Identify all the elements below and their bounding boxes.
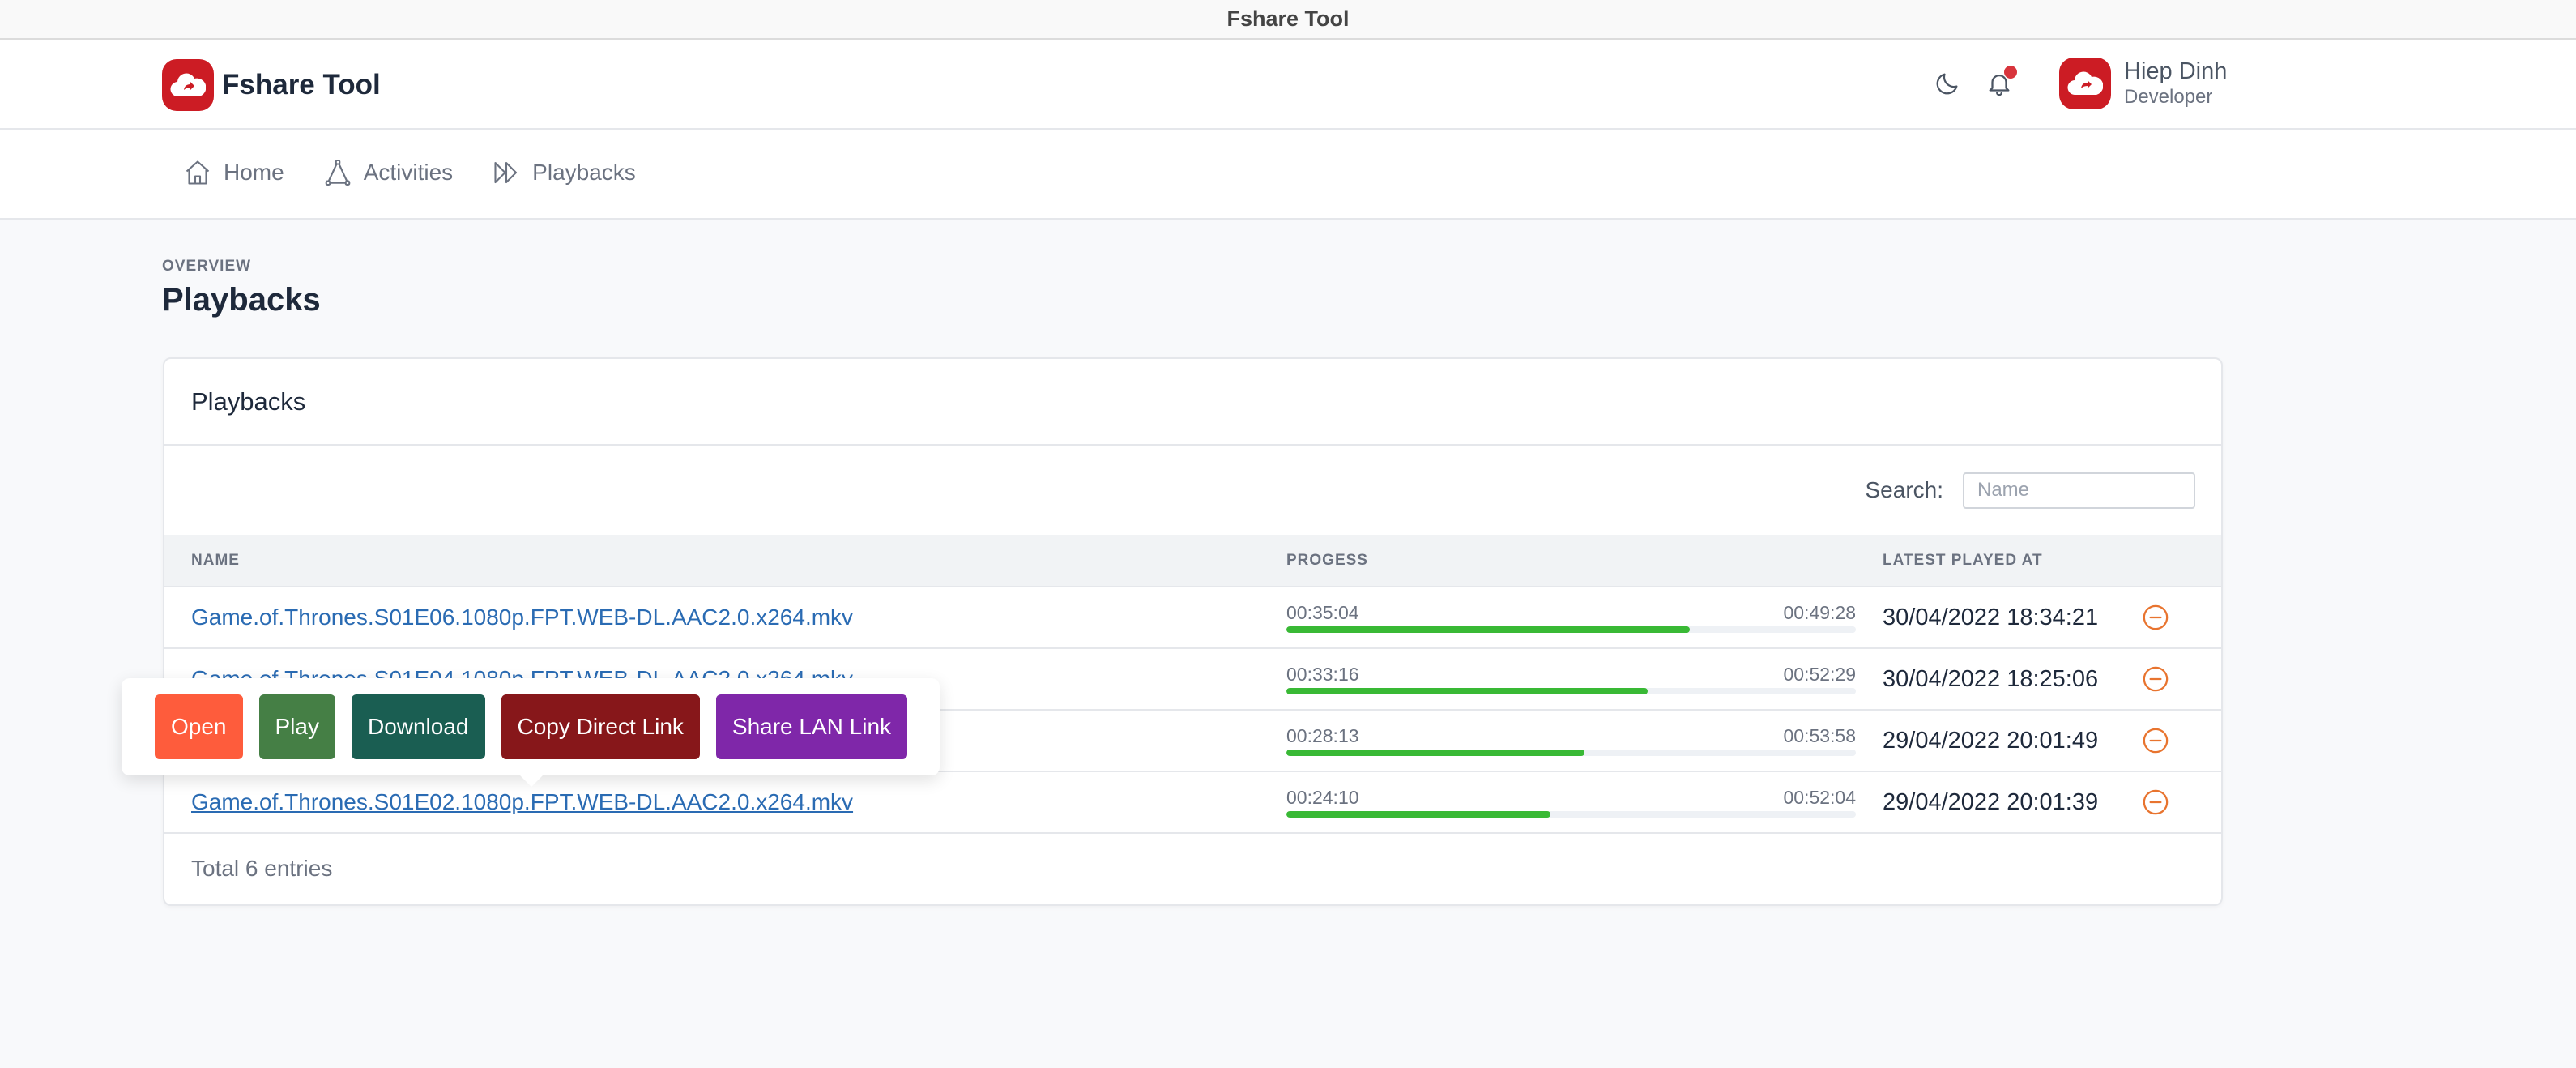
latest-played-at: 30/04/2022 18:25:06 <box>1883 665 2099 692</box>
progress-cell: 00:28:13 00:53:58 <box>1286 710 1883 771</box>
total-entries: Total 6 entries <box>191 856 333 881</box>
user-name: Hiep Dinh <box>2124 58 2228 84</box>
name-cell: Game.of.Thrones.S01E02.1080p.FPT.WEB-DL.… <box>164 771 1286 833</box>
avatar[interactable] <box>2059 58 2111 109</box>
latest-played-cell: 30/04/2022 18:25:06 <box>1883 648 2142 710</box>
progress-bar <box>1286 811 1856 818</box>
column-header-name[interactable]: NAME <box>164 535 1286 587</box>
search-input[interactable] <box>1963 472 2195 509</box>
theme-toggle-button[interactable] <box>1928 64 1967 103</box>
moon-icon <box>1936 73 1958 95</box>
progress-duration: 00:49:28 <box>1783 602 1856 623</box>
app-header: Fshare Tool Hiep Dinh Developer <box>0 40 2576 130</box>
user-role: Developer <box>2124 86 2213 108</box>
progress-bar-fill <box>1286 811 1551 818</box>
column-header-latest[interactable]: LATEST PLAYED AT <box>1883 535 2142 587</box>
file-name-link[interactable]: Game.of.Thrones.S01E06.1080p.FPT.WEB-DL.… <box>191 604 853 630</box>
card-title: Playbacks <box>191 387 306 416</box>
table-row: Game.of.Thrones.S01E06.1080p.FPT.WEB-DL.… <box>164 587 2221 648</box>
latest-played-at: 29/04/2022 20:01:49 <box>1883 727 2099 754</box>
progress-bar <box>1286 750 1856 756</box>
progress-duration: 00:52:29 <box>1783 664 1856 685</box>
progress-bar <box>1286 626 1856 633</box>
progress-current-time: 00:24:10 <box>1286 787 1359 808</box>
copy-direct-link-button[interactable]: Copy Direct Link <box>501 694 700 759</box>
notifications-button[interactable] <box>1980 64 2019 103</box>
progress-bar-fill <box>1286 750 1584 756</box>
latest-played-cell: 29/04/2022 20:01:49 <box>1883 710 2142 771</box>
column-header-progress[interactable]: PROGESS <box>1286 535 1883 587</box>
remove-circle-icon[interactable] <box>2142 788 2169 816</box>
progress-duration: 00:52:04 <box>1783 787 1856 808</box>
progress-cell: 00:33:16 00:52:29 <box>1286 648 1883 710</box>
nav-label: Playbacks <box>532 160 636 185</box>
progress-cell: 00:24:10 00:52:04 <box>1286 771 1883 833</box>
activities-icon <box>325 159 351 186</box>
name-cell: Game.of.Thrones.S01E06.1080p.FPT.WEB-DL.… <box>164 587 1286 648</box>
card-header: Playbacks <box>164 359 2221 446</box>
header-actions: Hiep Dinh Developer <box>1928 58 2227 109</box>
table-header-row: NAME PROGESS LATEST PLAYED AT <box>164 535 2221 587</box>
latest-played-cell: 30/04/2022 18:34:21 <box>1883 587 2142 648</box>
user-menu[interactable]: Hiep Dinh Developer <box>2124 58 2227 109</box>
progress-bar <box>1286 688 1856 694</box>
latest-played-cell: 29/04/2022 20:01:39 <box>1883 771 2142 833</box>
progress-current-time: 00:35:04 <box>1286 602 1359 623</box>
brand-name: Fshare Tool <box>222 69 381 100</box>
remove-circle-icon[interactable] <box>2142 604 2169 631</box>
page-title: Playbacks <box>162 282 321 318</box>
column-header-actions <box>2142 535 2221 587</box>
file-name-link[interactable]: Game.of.Thrones.S01E02.1080p.FPT.WEB-DL.… <box>191 789 853 814</box>
latest-played-at: 30/04/2022 18:34:21 <box>1883 604 2099 630</box>
nav-label: Home <box>224 160 284 185</box>
nav-item-activities[interactable]: Activities <box>323 158 453 187</box>
play-button[interactable]: Play <box>258 694 335 759</box>
nav-item-playbacks[interactable]: Playbacks <box>492 158 636 187</box>
file-actions-popover: Open Play Download Copy Direct Link Share LA… <box>122 678 940 787</box>
page-overline: OVERVIEW <box>162 258 252 275</box>
window-title: Fshare Tool <box>1226 6 1350 31</box>
share-lan-link-button[interactable]: Share LAN Link <box>715 694 908 759</box>
download-button[interactable]: Download <box>351 694 485 759</box>
progress-current-time: 00:28:13 <box>1286 725 1359 746</box>
table-footer: Total 6 entries <box>164 834 2221 904</box>
cloud-share-icon <box>2067 71 2103 96</box>
notification-badge <box>2004 66 2017 79</box>
progress-cell: 00:35:04 00:49:28 <box>1286 587 1883 648</box>
actions-cell <box>2142 771 2221 833</box>
nav-item-home[interactable]: Home <box>183 158 284 187</box>
progress-bar-fill <box>1286 688 1648 694</box>
window-titlebar: Fshare Tool <box>0 0 2576 40</box>
table-toolbar: Search: <box>164 446 2221 535</box>
main-nav: Home Activities Playbacks <box>0 130 2576 220</box>
home-icon <box>186 160 210 185</box>
progress-bar-fill <box>1286 626 1691 633</box>
nav-label: Activities <box>363 160 454 185</box>
actions-cell <box>2142 648 2221 710</box>
remove-circle-icon[interactable] <box>2142 665 2169 693</box>
latest-played-at: 29/04/2022 20:01:39 <box>1883 788 2099 815</box>
table-row: Game.of.Thrones.S01E02.1080p.FPT.WEB-DL.… <box>164 771 2221 833</box>
search-label: Search: <box>1865 477 1944 502</box>
cloud-share-icon <box>162 59 214 111</box>
brand[interactable]: Fshare Tool <box>162 59 381 111</box>
actions-cell <box>2142 587 2221 648</box>
remove-circle-icon[interactable] <box>2142 727 2169 754</box>
open-button[interactable]: Open <box>155 694 243 759</box>
playbacks-icon <box>494 161 518 184</box>
playbacks-card: Playbacks Search: NAME PROGESS LATEST PL… <box>163 357 2223 906</box>
progress-current-time: 00:33:16 <box>1286 664 1359 685</box>
progress-duration: 00:53:58 <box>1783 725 1856 746</box>
actions-cell <box>2142 710 2221 771</box>
